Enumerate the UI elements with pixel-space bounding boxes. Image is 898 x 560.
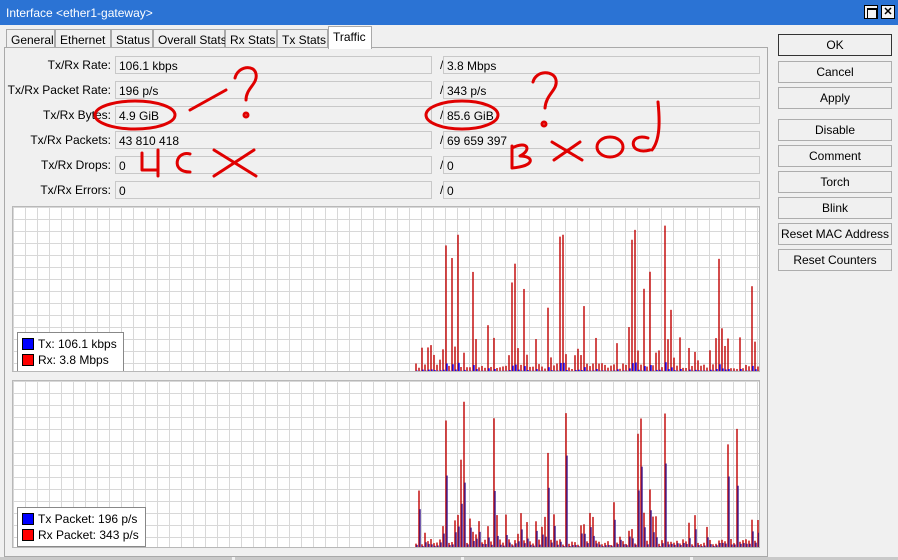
bytes-graph-plot xyxy=(415,225,759,371)
bytes-graph-legend: Tx: 106.1 kbps Rx: 3.8 Mbps xyxy=(17,332,124,371)
traffic-packets-graph: Tx Packet: 196 p/s Rx Packet: 343 p/s xyxy=(12,380,760,548)
packets-graph-legend: Tx Packet: 196 p/s Rx Packet: 343 p/s xyxy=(17,507,146,547)
apply-button[interactable]: Apply xyxy=(778,87,892,109)
legend-tx-packet-label: Tx Packet: 196 p/s xyxy=(38,512,138,526)
tab-status[interactable]: Status xyxy=(111,29,153,48)
rx-swatch xyxy=(22,354,34,366)
tx-rx-rate-label: Tx/Rx Rate: xyxy=(47,58,111,72)
traffic-bytes-graph: Tx: 106.1 kbps Rx: 3.8 Mbps xyxy=(12,206,760,372)
tab-traffic[interactable]: Traffic xyxy=(328,26,372,49)
maximize-icon[interactable] xyxy=(864,5,878,19)
window-title: Interface <ether1-gateway> xyxy=(6,6,153,20)
legend-tx-packet: Tx Packet: 196 p/s xyxy=(22,511,139,527)
tx-errors-field: 0 xyxy=(115,181,432,199)
rx-drops-field: 0 xyxy=(443,156,760,174)
legend-rx: Rx: 3.8 Mbps xyxy=(22,352,117,368)
cancel-button[interactable]: Cancel xyxy=(778,61,892,83)
disable-button[interactable]: Disable xyxy=(778,119,892,141)
legend-rx-packet-label: Rx Packet: 343 p/s xyxy=(38,528,139,542)
tx-rx-errors-label: Tx/Rx Errors: xyxy=(40,183,111,197)
tab-overall-stats[interactable]: Overall Stats xyxy=(153,29,227,48)
tx-rx-bytes-label: Tx/Rx Bytes: xyxy=(42,108,111,122)
legend-tx-label: Tx: 106.1 kbps xyxy=(38,337,117,351)
reset-counters-button[interactable]: Reset Counters xyxy=(778,249,892,271)
rx-packets-field: 69 659 397 xyxy=(443,131,760,149)
tab-rx-stats[interactable]: Rx Stats xyxy=(225,29,277,48)
legend-rx-label: Rx: 3.8 Mbps xyxy=(38,353,109,367)
tx-swatch xyxy=(22,513,34,525)
rx-packet-rate-field: 343 p/s xyxy=(443,81,760,99)
rx-rate-field: 3.8 Mbps xyxy=(443,56,760,74)
tx-bytes-field: 4.9 GiB xyxy=(115,106,432,124)
close-icon[interactable]: ✕ xyxy=(881,5,895,19)
comment-button[interactable]: Comment xyxy=(778,145,892,167)
window-titlebar: Interface <ether1-gateway> ✕ xyxy=(0,0,898,25)
tx-packet-rate-field: 196 p/s xyxy=(115,81,432,99)
rx-swatch xyxy=(22,529,34,541)
rx-errors-field: 0 xyxy=(443,181,760,199)
tx-swatch xyxy=(22,338,34,350)
tx-rx-drops-label: Tx/Rx Drops: xyxy=(40,158,111,172)
tx-rx-packet-rate-label: Tx/Rx Packet Rate: xyxy=(7,83,111,97)
legend-rx-packet: Rx Packet: 343 p/s xyxy=(22,527,139,543)
tx-rx-packets-label: Tx/Rx Packets: xyxy=(30,133,111,147)
tx-rate-field: 106.1 kbps xyxy=(115,56,432,74)
tab-tx-stats[interactable]: Tx Stats xyxy=(277,29,328,48)
traffic-panel: Tx/Rx Rate: 106.1 kbps / 3.8 Mbps Tx/Rx … xyxy=(4,47,768,557)
torch-button[interactable]: Torch xyxy=(778,171,892,193)
rx-bytes-field: 85.6 GiB xyxy=(443,106,760,124)
tx-packets-field: 43 810 418 xyxy=(115,131,432,149)
blink-button[interactable]: Blink xyxy=(778,197,892,219)
tx-drops-field: 0 xyxy=(115,156,432,174)
legend-tx: Tx: 106.1 kbps xyxy=(22,336,117,352)
ok-button[interactable]: OK xyxy=(778,34,892,56)
reset-mac-address-button[interactable]: Reset MAC Address xyxy=(778,223,892,245)
tab-general[interactable]: General xyxy=(6,29,55,48)
tab-ethernet[interactable]: Ethernet xyxy=(55,29,111,48)
